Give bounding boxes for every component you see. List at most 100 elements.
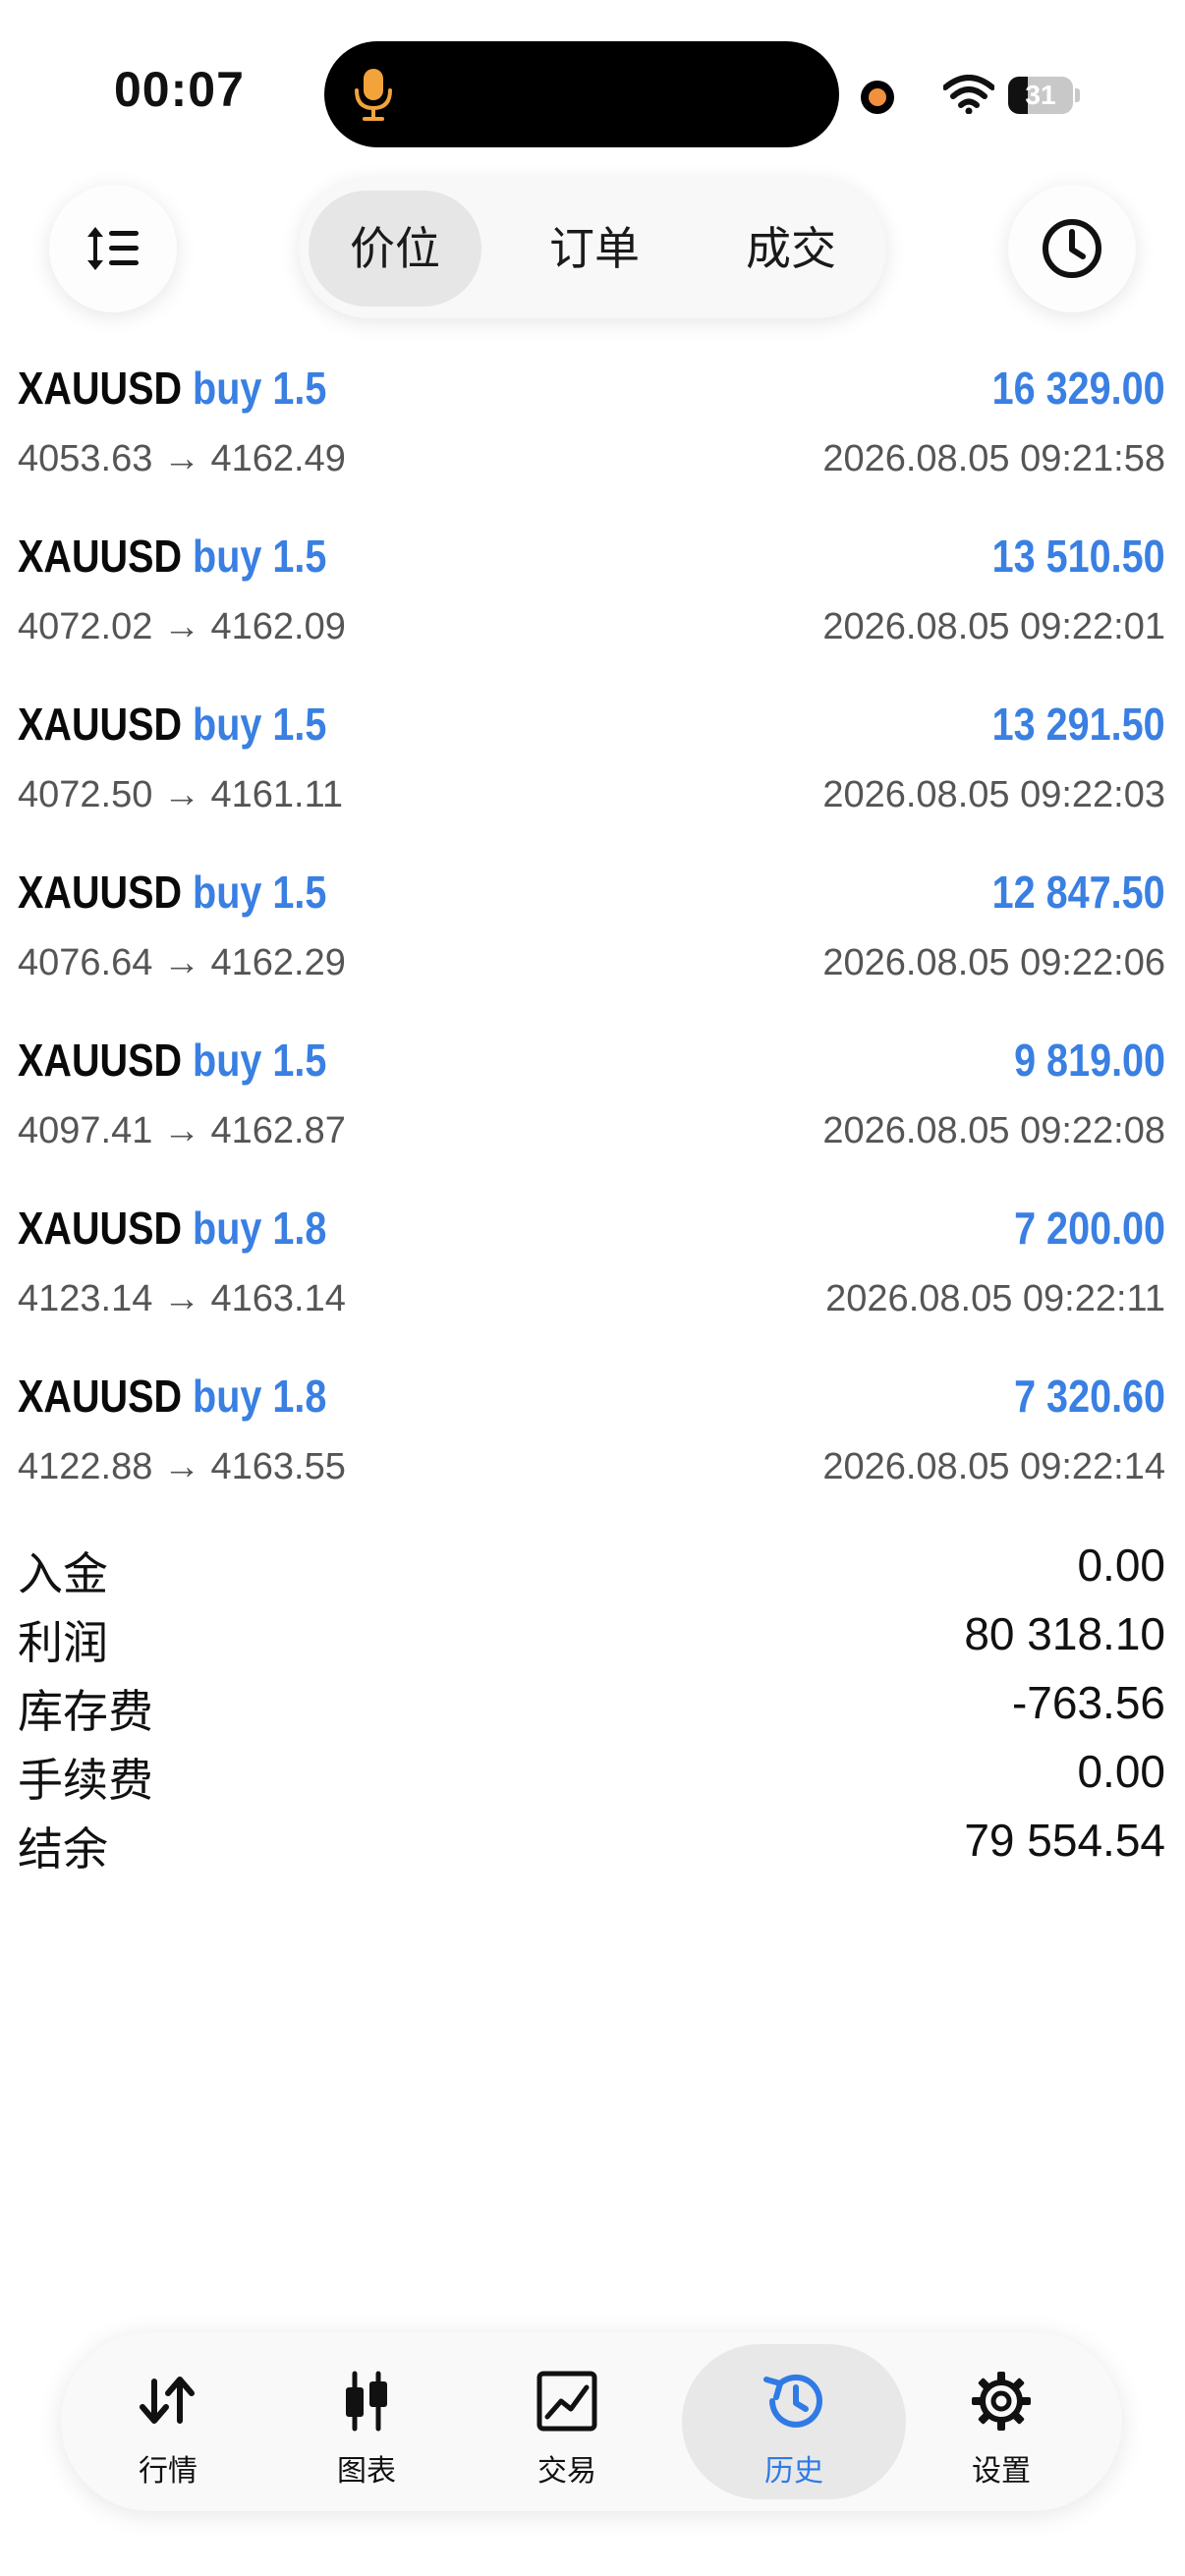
deal-profit: 9 819.00 (1014, 1035, 1165, 1086)
gear-icon (972, 2372, 1031, 2431)
summary-value: 80 318.10 (964, 1608, 1165, 1659)
deal-time: 2026.08.05 09:22:03 (822, 774, 1165, 815)
nav-label: 设置 (972, 2455, 1031, 2488)
summary-value: 79 554.54 (964, 1815, 1165, 1866)
summary-row-profit: 利润 80 318.10 (0, 1601, 1185, 1670)
deal-profit: 7 200.00 (1014, 1203, 1165, 1254)
quotes-arrows-icon (140, 2377, 195, 2424)
price-arrow-icon: → (162, 1446, 200, 1487)
summary-row-balance: 结余 79 554.54 (0, 1808, 1185, 1876)
deal-volume: 1.5 (272, 531, 327, 582)
deal-symbol: XAUUSD (18, 867, 183, 918)
deal-row[interactable]: XAUUSD buy 1.5 13 291.50 4072.50 → 4161.… (0, 690, 1185, 858)
deal-time: 2026.08.05 09:21:58 (822, 438, 1165, 479)
deal-close-price: 4162.49 (210, 438, 346, 479)
sort-button[interactable] (49, 185, 177, 312)
nav-quotes[interactable]: 行情 (65, 2344, 271, 2499)
trade-chart-icon (536, 2371, 597, 2432)
tab-price[interactable]: 价位 (309, 191, 481, 307)
summary-label: 利润 (18, 1617, 108, 1668)
deal-symbol: XAUUSD (18, 1203, 183, 1254)
deal-open-price: 4097.41 (18, 1110, 153, 1151)
tab-orders[interactable]: 订单 (501, 191, 688, 307)
history-clock-icon (763, 2374, 822, 2428)
battery-level: 31 (1025, 80, 1056, 110)
price-arrow-icon: → (162, 438, 200, 479)
battery-icon: 31 (1008, 77, 1080, 114)
deal-profit: 13 291.50 (991, 699, 1165, 750)
deal-open-price: 4072.50 (18, 774, 153, 815)
nav-label: 图表 (337, 2455, 396, 2488)
nav-label: 行情 (139, 2455, 198, 2488)
deal-row[interactable]: XAUUSD buy 1.8 7 200.00 4123.14 → 4163.1… (0, 1194, 1185, 1362)
deal-close-price: 4162.29 (210, 942, 346, 983)
summary-value: -763.56 (1011, 1677, 1165, 1728)
deal-profit: 13 510.50 (991, 531, 1165, 582)
deal-open-price: 4072.02 (18, 606, 153, 647)
deal-open-price: 4053.63 (18, 438, 153, 479)
summary-row-deposit: 入金 0.00 (0, 1533, 1185, 1601)
deal-row[interactable]: XAUUSD buy 1.5 13 510.50 4072.02 → 4162.… (0, 522, 1185, 690)
account-summary: 入金 0.00 利润 80 318.10 库存费 -763.56 手续费 0.0… (0, 1533, 1185, 1876)
deal-row[interactable]: XAUUSD buy 1.5 12 847.50 4076.64 → 4162.… (0, 858, 1185, 1026)
summary-label: 入金 (18, 1548, 108, 1599)
deal-volume: 1.8 (272, 1203, 327, 1254)
deal-row[interactable]: XAUUSD buy 1.5 16 329.00 4053.63 → 4162.… (0, 354, 1185, 522)
deal-volume: 1.5 (272, 867, 327, 918)
nav-trade[interactable]: 交易 (464, 2344, 670, 2499)
bottom-nav: 行情 图表 交易 历史 设置 (61, 2332, 1122, 2511)
price-arrow-icon: → (162, 1278, 200, 1319)
nav-label: 历史 (764, 2455, 823, 2488)
nav-chart[interactable]: 图表 (263, 2344, 470, 2499)
deal-profit: 12 847.50 (991, 867, 1165, 918)
deal-time: 2026.08.05 09:22:01 (822, 606, 1165, 647)
deal-type: buy (193, 1371, 262, 1422)
deal-symbol: XAUUSD (18, 699, 183, 750)
deal-symbol: XAUUSD (18, 1371, 183, 1422)
deal-volume: 1.5 (272, 1035, 327, 1086)
dynamic-island (324, 41, 839, 147)
sort-list-icon (87, 227, 139, 270)
deal-open-price: 4123.14 (18, 1278, 153, 1319)
deal-profit: 7 320.60 (1014, 1371, 1165, 1422)
deal-row[interactable]: XAUUSD buy 1.5 9 819.00 4097.41 → 4162.8… (0, 1026, 1185, 1194)
deal-profit: 16 329.00 (991, 363, 1165, 414)
deal-close-price: 4163.55 (210, 1446, 346, 1487)
candlestick-chart-icon (346, 2371, 387, 2432)
status-bar: 00:07 31 (0, 0, 1185, 177)
summary-value: 0.00 (1077, 1540, 1165, 1591)
price-arrow-icon: → (162, 774, 200, 815)
deal-close-price: 4162.09 (210, 606, 346, 647)
deal-time: 2026.08.05 09:22:11 (825, 1278, 1165, 1319)
deal-volume: 1.5 (272, 699, 327, 750)
deal-list: XAUUSD buy 1.5 16 329.00 4053.63 → 4162.… (0, 354, 1185, 1530)
deal-time: 2026.08.05 09:22:06 (822, 942, 1165, 983)
deal-volume: 1.5 (272, 363, 327, 414)
deal-type: buy (193, 867, 262, 918)
summary-label: 结余 (18, 1823, 108, 1875)
nav-history[interactable]: 历史 (682, 2344, 906, 2499)
nav-label: 交易 (537, 2455, 596, 2488)
deal-type: buy (193, 1035, 262, 1086)
summary-row-commission: 手续费 0.00 (0, 1739, 1185, 1808)
nav-settings[interactable]: 设置 (898, 2344, 1104, 2499)
deal-type: buy (193, 531, 262, 582)
deal-type: buy (193, 1203, 262, 1254)
deal-close-price: 4162.87 (210, 1110, 346, 1151)
deal-row[interactable]: XAUUSD buy 1.8 7 320.60 4122.88 → 4163.5… (0, 1362, 1185, 1530)
deal-time: 2026.08.05 09:22:14 (822, 1446, 1165, 1487)
deal-open-price: 4076.64 (18, 942, 153, 983)
price-arrow-icon: → (162, 942, 200, 983)
summary-label: 库存费 (18, 1686, 153, 1737)
deal-symbol: XAUUSD (18, 363, 183, 414)
wifi-icon (943, 75, 994, 114)
period-button[interactable] (1008, 185, 1136, 312)
deal-time: 2026.08.05 09:22:08 (822, 1110, 1165, 1151)
clock-icon (1043, 219, 1101, 278)
deal-type: buy (193, 363, 262, 414)
tab-deals[interactable]: 成交 (698, 191, 884, 307)
view-segmented-control: 价位 订单 成交 (299, 179, 886, 318)
price-arrow-icon: → (162, 606, 200, 647)
microphone-icon (355, 69, 392, 121)
summary-row-swap: 库存费 -763.56 (0, 1670, 1185, 1739)
